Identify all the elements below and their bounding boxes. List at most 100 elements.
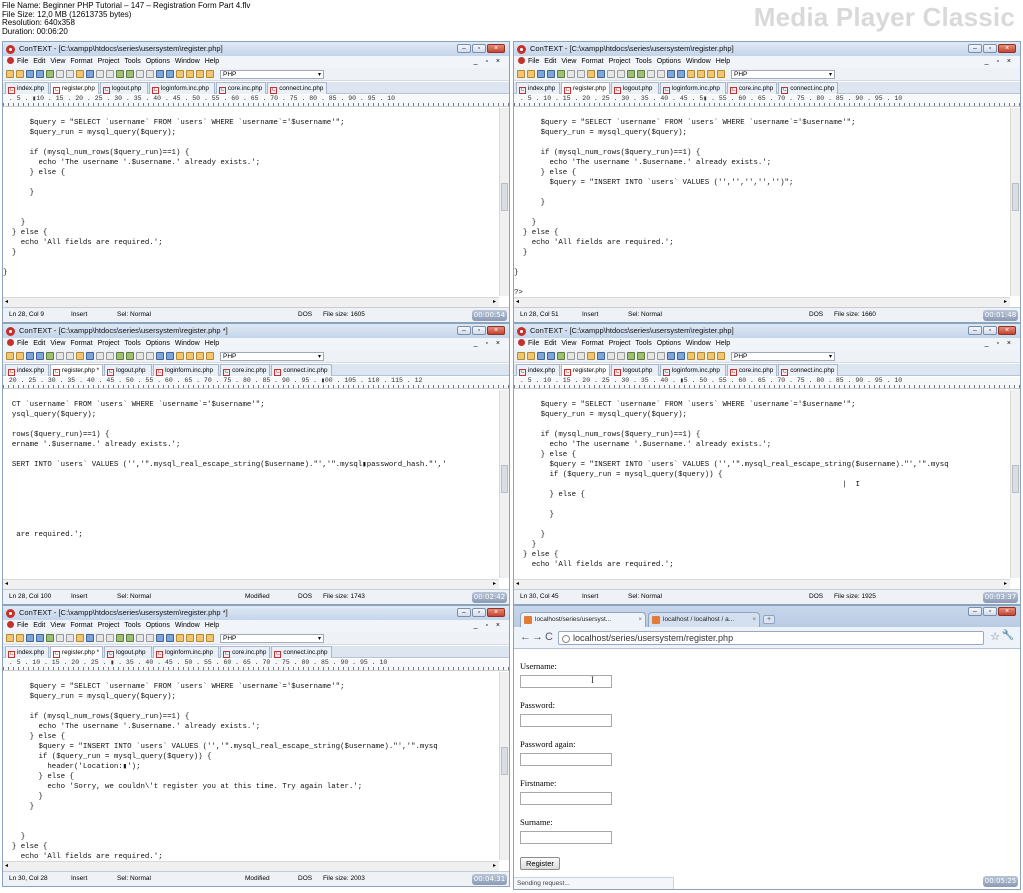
toolbar-button-icon[interactable]	[16, 352, 24, 360]
language-select[interactable]: PHP	[731, 351, 835, 361]
menu-item[interactable]: View	[50, 58, 65, 65]
menu-item[interactable]: Project	[98, 340, 120, 347]
code-editor[interactable]: CT `username` FROM `users` WHERE `userna…	[3, 390, 499, 578]
toolbar-button-icon[interactable]	[156, 352, 164, 360]
toolbar-button-icon[interactable]	[667, 352, 675, 360]
menu-item[interactable]: Help	[205, 58, 219, 65]
menu-item[interactable]: Tools	[124, 622, 140, 629]
menu-item[interactable]: Project	[609, 340, 631, 347]
toolbar-button-icon[interactable]	[106, 352, 114, 360]
file-tab[interactable]: Cloginform.inc.php	[153, 364, 220, 376]
code-editor[interactable]: $query = "SELECT `username` FROM `users`…	[3, 108, 499, 296]
toolbar-button-icon[interactable]	[657, 352, 665, 360]
menu-item[interactable]: Window	[686, 340, 711, 347]
file-tab[interactable]: Ccore.inc.php	[726, 82, 778, 94]
toolbar-button-icon[interactable]	[76, 352, 84, 360]
file-tab[interactable]: Cconnect.inc.php	[778, 364, 839, 376]
file-tab[interactable]: Cloginform.inc.php	[659, 364, 726, 376]
toolbar-button-icon[interactable]	[627, 70, 635, 78]
code-editor[interactable]: $query = "SELECT `username` FROM `users`…	[514, 108, 1010, 296]
browser-tab-register[interactable]: localhost/series/usersyst... ×	[520, 612, 646, 627]
close-button[interactable]: ×	[998, 326, 1016, 335]
file-tab[interactable]: Cconnect.inc.php	[271, 364, 332, 376]
toolbar-button-icon[interactable]	[196, 634, 204, 642]
toolbar-button-icon[interactable]	[617, 352, 625, 360]
toolbar-button-icon[interactable]	[196, 70, 204, 78]
code-editor[interactable]: $query = "SELECT `username` FROM `users`…	[3, 672, 499, 860]
menu-item[interactable]: Project	[98, 622, 120, 629]
file-tab[interactable]: Cconnect.inc.php	[271, 646, 332, 658]
menu-item[interactable]: File	[17, 622, 28, 629]
menu-item[interactable]: Window	[175, 622, 200, 629]
toolbar-button-icon[interactable]	[76, 70, 84, 78]
toolbar-button-icon[interactable]	[517, 70, 525, 78]
file-tab[interactable]: Cindex.php	[516, 364, 560, 376]
toolbar-button-icon[interactable]	[126, 634, 134, 642]
menu-item[interactable]: Format	[70, 622, 92, 629]
minimize-button[interactable]: –	[968, 44, 982, 53]
menu-item[interactable]: Edit	[544, 58, 556, 65]
horizontal-scrollbar[interactable]: ◂ ▸	[3, 297, 499, 307]
toolbar-button-icon[interactable]	[557, 352, 565, 360]
toolbar-button-icon[interactable]	[607, 352, 615, 360]
mdi-controls[interactable]: _ ▫ ×	[474, 56, 503, 68]
toolbar-button-icon[interactable]	[86, 70, 94, 78]
maximize-button[interactable]: ▫	[983, 326, 997, 335]
file-tab[interactable]: Ccore.inc.php	[215, 82, 267, 94]
toolbar-button-icon[interactable]	[46, 70, 54, 78]
language-select[interactable]: PHP	[220, 351, 324, 361]
minimize-button[interactable]: –	[968, 607, 982, 616]
horizontal-scrollbar[interactable]: ◂ ▸	[514, 297, 1010, 307]
menu-item[interactable]: Help	[205, 622, 219, 629]
toolbar-button-icon[interactable]	[547, 70, 555, 78]
toolbar-button-icon[interactable]	[186, 634, 194, 642]
menu-item[interactable]: Window	[175, 340, 200, 347]
menu-item[interactable]: Help	[716, 340, 730, 347]
toolbar-button-icon[interactable]	[86, 352, 94, 360]
toolbar-button-icon[interactable]	[617, 70, 625, 78]
mdi-controls[interactable]: _ ▫ ×	[985, 338, 1014, 350]
toolbar-button-icon[interactable]	[106, 70, 114, 78]
reload-icon[interactable]: C	[545, 631, 553, 643]
menu-item[interactable]: Options	[146, 340, 170, 347]
toolbar-button-icon[interactable]	[587, 352, 595, 360]
toolbar-button-icon[interactable]	[176, 70, 184, 78]
toolbar-button-icon[interactable]	[36, 634, 44, 642]
file-tab[interactable]: Cloginform.inc.php	[659, 82, 726, 94]
password-again-input[interactable]	[520, 753, 612, 766]
toolbar-button-icon[interactable]	[136, 352, 144, 360]
file-tab[interactable]: Cindex.php	[516, 82, 560, 94]
toolbar-button-icon[interactable]	[567, 352, 575, 360]
menu-item[interactable]: Options	[146, 622, 170, 629]
app-menu-icon[interactable]	[7, 339, 14, 346]
toolbar-button-icon[interactable]	[56, 70, 64, 78]
toolbar-button-icon[interactable]	[647, 352, 655, 360]
toolbar-button-icon[interactable]	[637, 70, 645, 78]
horizontal-scrollbar[interactable]: ◂ ▸	[514, 579, 1010, 589]
toolbar-button-icon[interactable]	[527, 352, 535, 360]
toolbar-button-icon[interactable]	[116, 352, 124, 360]
toolbar-button-icon[interactable]	[46, 352, 54, 360]
file-tab[interactable]: Cindex.php	[5, 82, 49, 94]
menu-item[interactable]: Format	[581, 58, 603, 65]
mdi-controls[interactable]: _ ▫ ×	[985, 56, 1014, 68]
toolbar-button-icon[interactable]	[136, 634, 144, 642]
toolbar-button-icon[interactable]	[517, 352, 525, 360]
toolbar-button-icon[interactable]	[547, 352, 555, 360]
menu-item[interactable]: Options	[146, 58, 170, 65]
toolbar-button-icon[interactable]	[717, 352, 725, 360]
toolbar-button-icon[interactable]	[206, 352, 214, 360]
toolbar-button-icon[interactable]	[196, 352, 204, 360]
menu-item[interactable]: Window	[686, 58, 711, 65]
toolbar-button-icon[interactable]	[206, 634, 214, 642]
toolbar-button-icon[interactable]	[697, 70, 705, 78]
toolbar-button-icon[interactable]	[647, 70, 655, 78]
toolbar-button-icon[interactable]	[567, 70, 575, 78]
toolbar-button-icon[interactable]	[66, 352, 74, 360]
toolbar-button-icon[interactable]	[587, 70, 595, 78]
toolbar-button-icon[interactable]	[677, 70, 685, 78]
toolbar-button-icon[interactable]	[597, 70, 605, 78]
menu-item[interactable]: Edit	[33, 58, 45, 65]
close-button[interactable]: ×	[998, 607, 1016, 616]
toolbar-button-icon[interactable]	[36, 70, 44, 78]
